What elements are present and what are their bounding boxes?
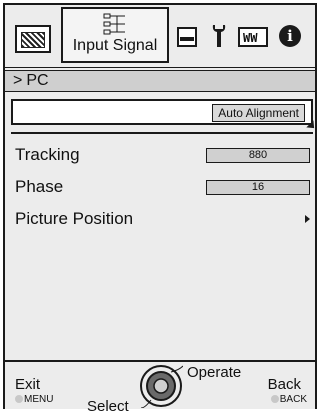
tracking-value[interactable]: 880 — [206, 148, 310, 163]
phase-value[interactable]: 16 — [206, 180, 310, 195]
phase-label[interactable]: Phase — [15, 175, 63, 199]
exit-label: Exit — [15, 376, 41, 393]
menu-key-hint: MENU — [15, 394, 53, 405]
tab-information[interactable]: i — [279, 25, 303, 49]
select-dial-icon[interactable] — [139, 364, 183, 408]
breadcrumb-arrow: > — [13, 72, 23, 89]
keys-icon: WW — [243, 31, 258, 45]
menu-key-icon — [15, 395, 23, 403]
tab-picture[interactable] — [177, 27, 197, 47]
divider — [11, 132, 313, 134]
back-key-hint: BACK — [270, 394, 307, 405]
tab-input-signal[interactable]: Input Signal — [61, 7, 169, 63]
test-pattern-icon — [21, 32, 45, 48]
back-key-label: BACK — [279, 394, 307, 405]
back-key-icon — [270, 395, 279, 403]
footer-guide: Exit MENU Select Operate Back BACK — [5, 360, 315, 415]
auto-alignment-row[interactable]: Auto Alignment — [11, 99, 318, 132]
select-label: Select — [87, 398, 129, 415]
breadcrumb-text: PC — [26, 72, 49, 89]
input-signal-icon — [103, 13, 125, 35]
tab-keys[interactable]: WW — [238, 27, 268, 47]
info-icon: i — [279, 25, 301, 47]
tab-test-pattern[interactable] — [15, 25, 51, 53]
menu-key-label: MENU — [24, 394, 54, 405]
back-label: Back — [267, 376, 301, 393]
picture-icon — [180, 37, 194, 41]
cursor-corner-icon — [306, 120, 318, 132]
chevron-right-icon — [305, 215, 310, 223]
breadcrumb: > PC — [5, 70, 315, 92]
tab-setup[interactable] — [208, 23, 230, 49]
tracking-label[interactable]: Tracking — [15, 143, 80, 167]
auto-alignment-button[interactable]: Auto Alignment — [212, 104, 305, 122]
picture-position-label[interactable]: Picture Position — [15, 207, 133, 231]
tab-input-signal-label: Input Signal — [72, 37, 158, 54]
wrench-icon — [212, 25, 226, 47]
menu-tab-bar: Input Signal WW i — [5, 5, 315, 68]
operate-label: Operate — [187, 364, 242, 381]
osd-menu-panel: Input Signal WW i > PC Auto Alignment Tra… — [3, 3, 318, 415]
